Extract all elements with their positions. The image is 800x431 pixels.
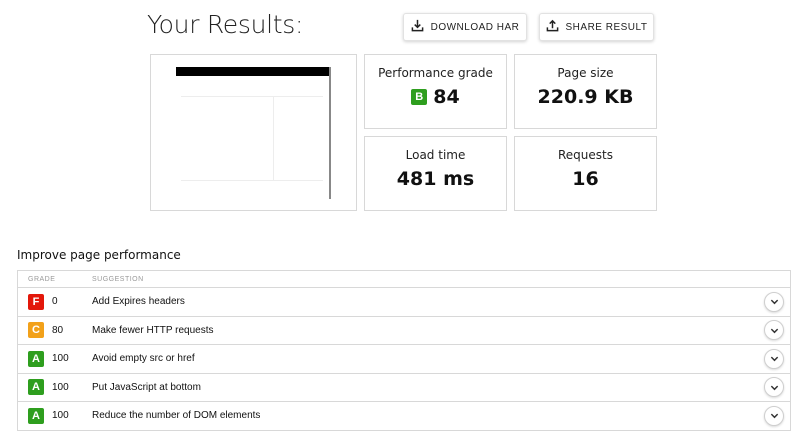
performance-grade-card: Performance grade B 84	[364, 54, 507, 129]
grade-badge: A	[28, 379, 44, 396]
share-icon	[546, 19, 559, 35]
table-row[interactable]: A 100 Reduce the number of DOM elements	[18, 402, 790, 431]
expand-button[interactable]	[764, 405, 784, 426]
expand-button[interactable]	[764, 320, 784, 341]
suggestion-text: Put JavaScript at bottom	[92, 381, 201, 393]
page-title: Your Results:	[147, 10, 304, 39]
section-title: Improve page performance	[17, 248, 181, 262]
score: 100	[52, 353, 69, 365]
load-time-value: 481 ms	[396, 168, 475, 190]
table-row[interactable]: C 80 Make fewer HTTP requests	[18, 317, 790, 345]
expand-button[interactable]	[764, 377, 784, 398]
score: 100	[52, 381, 69, 393]
table-row[interactable]: A 100 Avoid empty src or href	[18, 345, 790, 374]
performance-grade-value: 84	[433, 86, 460, 108]
requests-value: 16	[572, 168, 599, 190]
table-row[interactable]: F 0 Add Expires headers	[18, 288, 790, 317]
column-header-suggestion: SUGGESTION	[92, 275, 144, 283]
suggestions-table: GRADE SUGGESTION F 0 Add Expires headers…	[17, 270, 791, 431]
grade-badge: B	[411, 89, 428, 105]
download-har-label: DOWNLOAD HAR	[430, 21, 520, 33]
load-time-card: Load time 481 ms	[364, 136, 507, 211]
performance-grade-label: Performance grade	[378, 66, 493, 80]
suggestion-text: Avoid empty src or href	[92, 353, 195, 365]
grade-badge: F	[28, 293, 44, 310]
suggestion-text: Add Expires headers	[92, 296, 185, 308]
expand-button[interactable]	[764, 291, 784, 312]
preview-header-bar	[176, 67, 330, 76]
expand-button[interactable]	[764, 348, 784, 369]
requests-label: Requests	[558, 148, 613, 162]
load-time-label: Load time	[405, 148, 466, 162]
preview-line	[273, 96, 274, 180]
suggestion-text: Make fewer HTTP requests	[92, 324, 214, 336]
chevron-down-icon	[770, 356, 778, 362]
requests-card: Requests 16	[514, 136, 657, 211]
chevron-down-icon	[770, 328, 778, 334]
chevron-down-icon	[770, 385, 778, 391]
column-header-grade: GRADE	[28, 275, 56, 283]
score: 80	[52, 324, 64, 336]
download-har-button[interactable]: DOWNLOAD HAR	[403, 13, 527, 41]
share-result-label: SHARE RESULT	[565, 21, 648, 33]
grade-badge: A	[28, 350, 44, 367]
grade-badge: C	[28, 322, 44, 339]
table-row[interactable]: A 100 Put JavaScript at bottom	[18, 374, 790, 402]
preview-line	[181, 180, 323, 181]
score: 100	[52, 410, 69, 422]
page-screenshot-preview	[150, 54, 357, 211]
table-header: GRADE SUGGESTION	[18, 271, 790, 288]
grade-badge: A	[28, 407, 44, 424]
page-size-card: Page size 220.9 KB	[514, 54, 657, 129]
preview-scrollbar	[329, 67, 331, 197]
preview-dot	[329, 197, 331, 199]
page-size-value: 220.9 KB	[537, 86, 634, 108]
chevron-down-icon	[770, 413, 778, 419]
download-icon	[411, 19, 424, 35]
preview-line	[181, 96, 323, 97]
share-result-button[interactable]: SHARE RESULT	[539, 13, 654, 41]
page-size-label: Page size	[557, 66, 614, 80]
suggestion-text: Reduce the number of DOM elements	[92, 410, 261, 422]
score: 0	[52, 296, 58, 308]
chevron-down-icon	[770, 299, 778, 305]
